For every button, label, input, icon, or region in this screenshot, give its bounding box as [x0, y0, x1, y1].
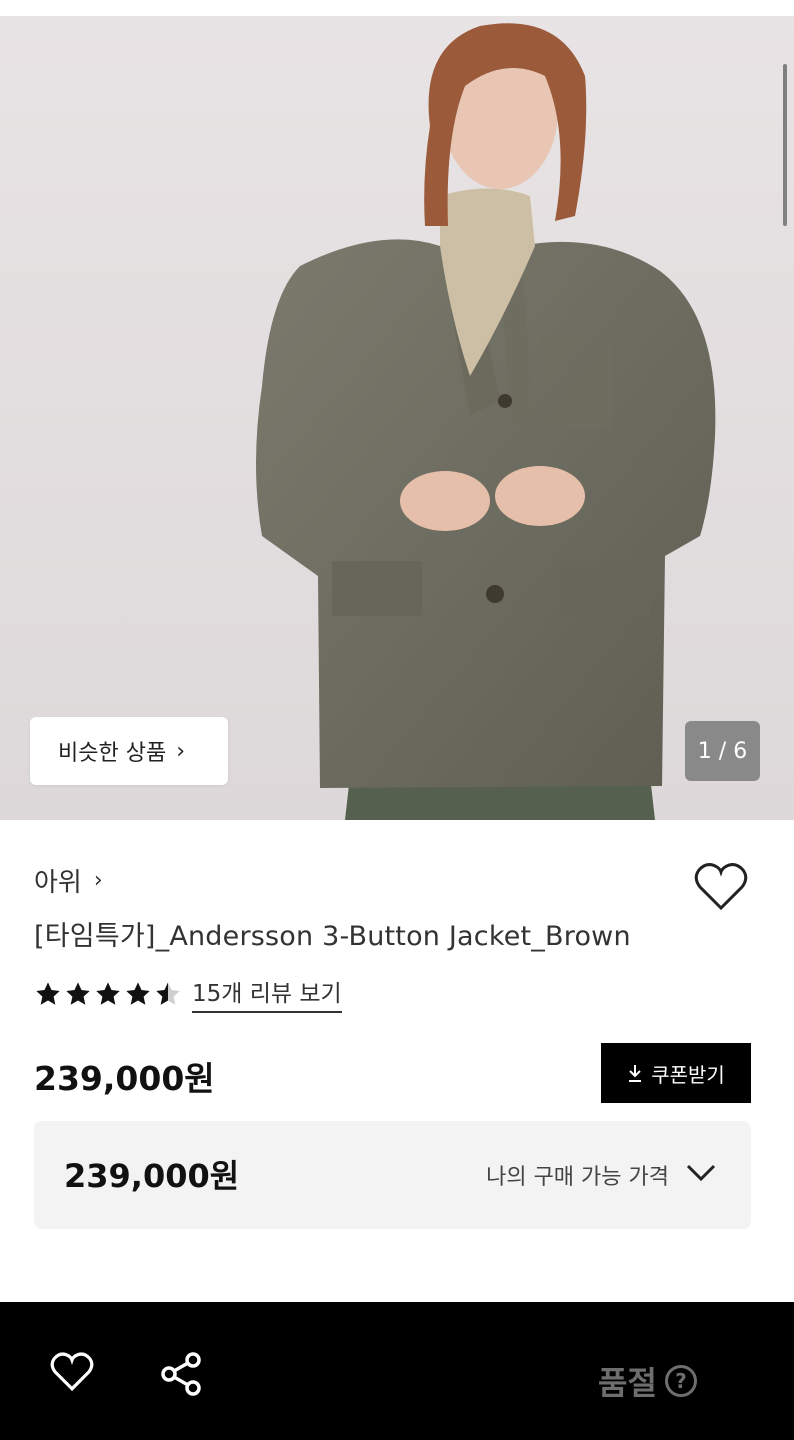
purchase-price-dropdown[interactable]: 239,000원 나의 구매 가능 가격	[34, 1121, 751, 1229]
star-icon	[96, 981, 120, 1005]
product-photo	[0, 16, 794, 820]
purchase-price: 239,000원	[64, 1157, 240, 1195]
scroll-indicator[interactable]	[783, 64, 787, 226]
bottom-action-bar: 품절 ?	[0, 1302, 794, 1440]
chevron-down-icon	[686, 1164, 716, 1182]
brand-name: 아위	[34, 868, 82, 898]
similar-products-label: 비슷한 상품	[58, 741, 167, 766]
help-icon[interactable]: ?	[664, 1365, 697, 1397]
bottom-wishlist-button[interactable]	[50, 1352, 94, 1396]
image-counter: 1 / 6	[685, 721, 760, 781]
star-icon	[126, 981, 150, 1005]
star-rating	[34, 980, 182, 1008]
download-icon	[629, 1065, 642, 1082]
sold-out-label: 품절	[598, 1364, 657, 1402]
top-strip	[0, 0, 794, 16]
star-icon	[36, 981, 60, 1005]
coupon-label: 쿠폰받기	[651, 1062, 725, 1087]
heart-outline-icon	[694, 863, 748, 911]
brand-link[interactable]: 아위 ›	[34, 862, 103, 899]
wishlist-button[interactable]	[694, 862, 748, 912]
share-icon	[161, 1352, 201, 1396]
coupon-button[interactable]: 쿠폰받기	[601, 1043, 751, 1103]
product-title: [타임특가]_Andersson 3-Button Jacket_Brown	[34, 921, 631, 952]
half-star-icon	[156, 981, 180, 1005]
product-image-gallery[interactable]: 비슷한 상품 › 1 / 6	[0, 16, 794, 820]
share-button[interactable]	[160, 1352, 204, 1400]
chevron-right-icon: ›	[176, 738, 186, 764]
sold-out-status: 품절 ?	[598, 1358, 697, 1404]
rating-row: 15개 리뷰 보기	[34, 974, 342, 1013]
heart-outline-icon	[50, 1352, 94, 1392]
similar-products-button[interactable]: 비슷한 상품 ›	[30, 717, 228, 785]
purchase-price-label: 나의 구매 가능 가격	[486, 1165, 669, 1190]
product-price: 239,000원	[34, 1059, 215, 1098]
chevron-right-icon: ›	[93, 868, 103, 893]
star-icon	[66, 981, 90, 1005]
review-link[interactable]: 15개 리뷰 보기	[192, 974, 342, 1013]
